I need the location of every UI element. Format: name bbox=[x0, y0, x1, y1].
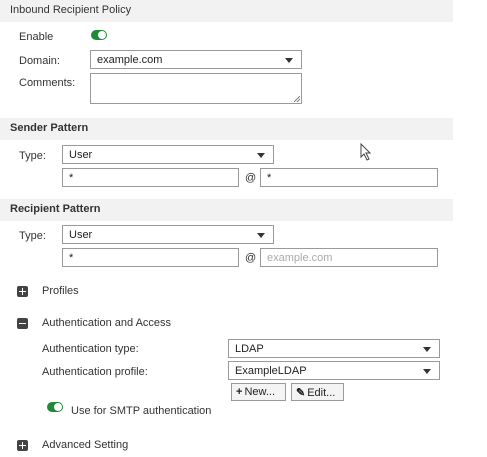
sender-user-input[interactable]: * bbox=[62, 168, 239, 187]
new-profile-button[interactable]: + New... bbox=[231, 383, 286, 401]
sender-type-select[interactable]: User bbox=[62, 145, 274, 164]
advanced-section-toggle[interactable]: Advanced Setting bbox=[42, 439, 128, 451]
profiles-section-toggle[interactable]: Profiles bbox=[42, 285, 79, 297]
auth-profile-select[interactable]: ExampleLDAP bbox=[228, 361, 440, 380]
edit-button-label: Edit... bbox=[307, 387, 336, 399]
auth-section-toggle[interactable]: Authentication and Access bbox=[42, 317, 171, 329]
sender-domain-value: * bbox=[267, 172, 272, 184]
chevron-down-icon bbox=[257, 233, 265, 238]
recipient-type-select[interactable]: User bbox=[62, 225, 274, 244]
recipient-pattern-title: Recipient Pattern bbox=[10, 203, 101, 215]
recipient-user-input[interactable]: * bbox=[62, 248, 239, 267]
plus-icon: + bbox=[236, 386, 243, 398]
chevron-down-icon bbox=[285, 58, 293, 63]
recipient-domain-input[interactable]: example.com bbox=[260, 248, 438, 267]
sender-type-label: Type: bbox=[19, 150, 46, 162]
recipient-type-value: User bbox=[69, 229, 93, 241]
chevron-down-icon bbox=[423, 369, 431, 374]
mouse-cursor-icon bbox=[360, 143, 372, 161]
auth-profile-label: Authentication profile: bbox=[42, 366, 148, 378]
sender-pattern-header: Sender Pattern bbox=[0, 118, 453, 140]
expand-plus-icon[interactable] bbox=[17, 440, 28, 451]
sender-at-sign: @ bbox=[245, 172, 257, 184]
expand-plus-icon[interactable] bbox=[17, 286, 28, 297]
sender-user-value: * bbox=[69, 172, 74, 184]
recipient-type-label: Type: bbox=[19, 230, 46, 242]
sender-pattern-title: Sender Pattern bbox=[10, 122, 89, 134]
sender-domain-input[interactable]: * bbox=[260, 168, 438, 187]
domain-label: Domain: bbox=[19, 55, 60, 67]
enable-toggle[interactable] bbox=[91, 30, 107, 40]
recipient-pattern-header: Recipient Pattern bbox=[0, 199, 453, 221]
page-title: Inbound Recipient Policy bbox=[10, 4, 132, 16]
policy-header: Inbound Recipient Policy bbox=[0, 0, 453, 22]
auth-type-value: LDAP bbox=[235, 343, 264, 355]
chevron-down-icon bbox=[257, 153, 265, 158]
auth-profile-value: ExampleLDAP bbox=[235, 365, 307, 377]
sender-type-value: User bbox=[69, 149, 93, 161]
domain-select[interactable]: example.com bbox=[90, 50, 302, 69]
recipient-domain-placeholder: example.com bbox=[267, 252, 333, 264]
comments-textarea[interactable] bbox=[90, 73, 302, 104]
comments-label: Comments: bbox=[19, 77, 76, 89]
enable-label: Enable bbox=[19, 31, 54, 43]
new-button-label: New... bbox=[244, 386, 276, 398]
auth-type-label: Authentication type: bbox=[42, 343, 139, 355]
auth-type-select[interactable]: LDAP bbox=[228, 339, 440, 358]
edit-profile-button[interactable]: ✎ Edit... bbox=[291, 383, 344, 401]
resize-grip-icon[interactable] bbox=[294, 96, 300, 102]
chevron-down-icon bbox=[423, 347, 431, 352]
edit-icon: ✎ bbox=[296, 387, 306, 399]
domain-select-value: example.com bbox=[97, 54, 163, 66]
smtp-auth-toggle[interactable] bbox=[47, 402, 63, 412]
recipient-user-value: * bbox=[69, 252, 74, 264]
collapse-minus-icon[interactable] bbox=[17, 318, 28, 329]
recipient-at-sign: @ bbox=[245, 252, 257, 264]
smtp-auth-label: Use for SMTP authentication bbox=[71, 405, 212, 417]
